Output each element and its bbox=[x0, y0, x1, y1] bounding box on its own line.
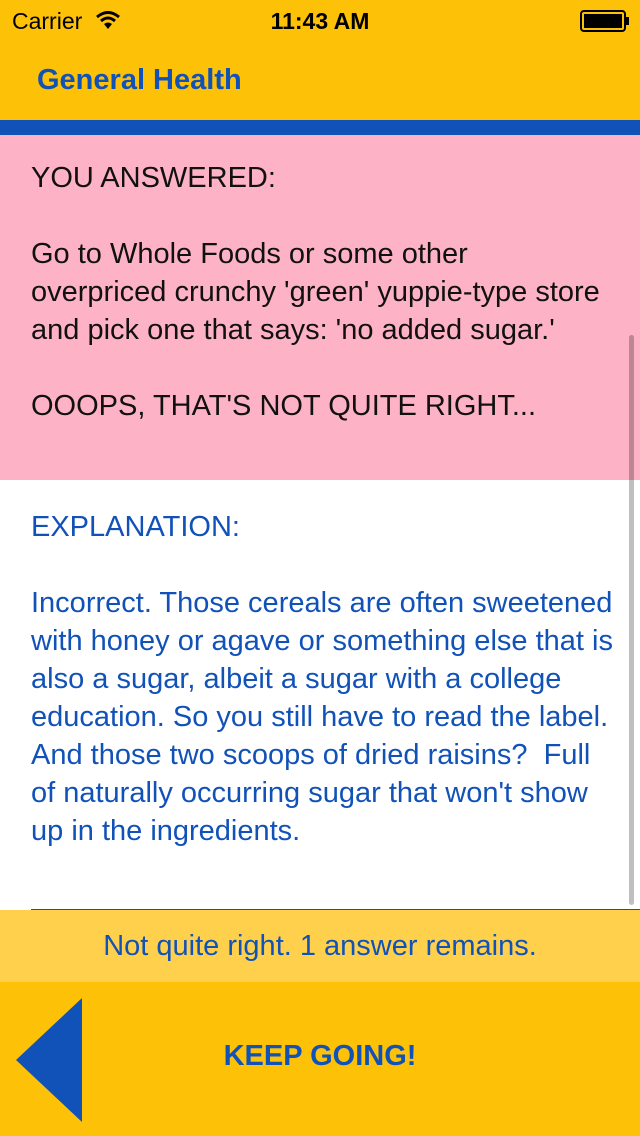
answer-heading: YOU ANSWERED: bbox=[31, 162, 276, 194]
status-bar: Carrier 11:43 AM bbox=[0, 0, 640, 40]
page-title: General Health bbox=[37, 64, 242, 96]
selected-answer-text: Go to Whole Foods or some other overpric… bbox=[31, 238, 608, 346]
bottom-bar: KEEP GOING! bbox=[0, 982, 640, 1136]
scroll-indicator[interactable] bbox=[629, 335, 634, 905]
nav-bar: General Health bbox=[0, 40, 640, 120]
answer-panel: YOU ANSWERED: Go to Whole Foods or some … bbox=[0, 135, 640, 480]
status-strip: Not quite right. 1 answer remains. bbox=[0, 910, 640, 982]
explanation-panel: EXPLANATION: Incorrect. Those cereals ar… bbox=[0, 480, 640, 910]
explanation-text: Incorrect. Those cereals are often sweet… bbox=[31, 587, 622, 847]
answer-verdict: OOOPS, THAT'S NOT QUITE RIGHT... bbox=[31, 390, 537, 422]
explanation-body: EXPLANATION: Incorrect. Those cereals ar… bbox=[31, 508, 621, 850]
nav-divider bbox=[0, 120, 640, 135]
battery-icon bbox=[580, 10, 629, 32]
clock: 11:43 AM bbox=[270, 8, 370, 34]
keep-going-button[interactable]: KEEP GOING! bbox=[0, 1040, 640, 1073]
explanation-heading: EXPLANATION: bbox=[31, 511, 240, 543]
answer-body: YOU ANSWERED: Go to Whole Foods or some … bbox=[31, 159, 611, 425]
attempts-status-text: Not quite right. 1 answer remains. bbox=[103, 930, 537, 962]
